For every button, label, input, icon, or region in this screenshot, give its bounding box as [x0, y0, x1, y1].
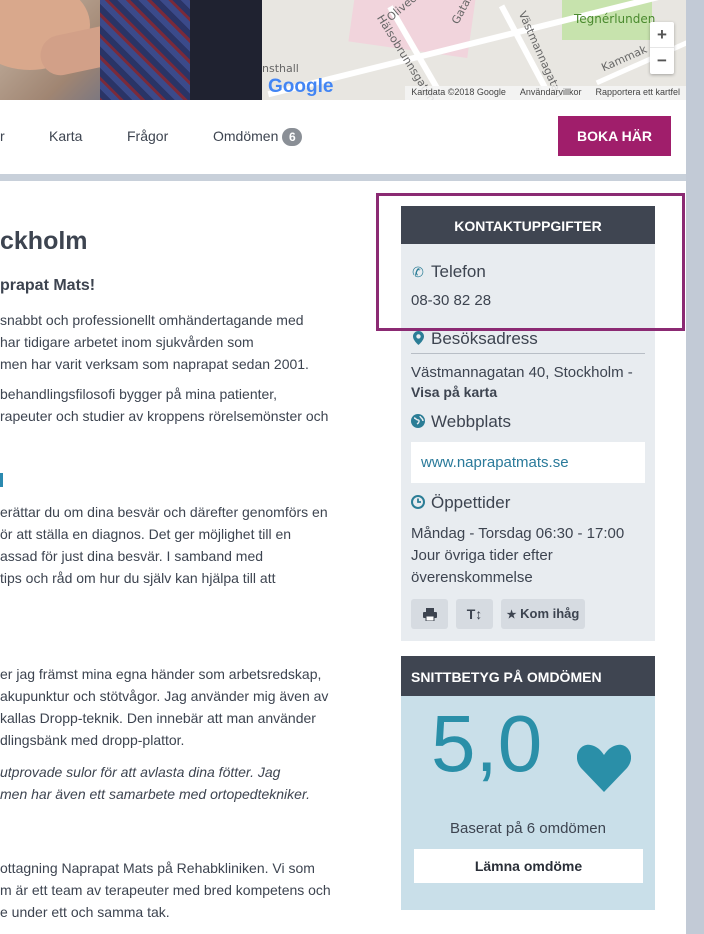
heart-icon: [577, 744, 631, 792]
treatment-paragraph: erättar du om dina besvär och därefter g…: [0, 501, 328, 589]
address-label: Besöksadress: [431, 329, 538, 348]
show-on-map-link[interactable]: Visa på karta: [411, 384, 645, 400]
print-icon: [422, 608, 437, 622]
intro-paragraph: snabbt och professionellt omhändertagand…: [0, 309, 309, 375]
nav-item-partial[interactable]: r: [0, 128, 5, 144]
website-link[interactable]: www.naprapatmats.se: [411, 442, 645, 483]
text-size-icon: T↕: [466, 606, 483, 622]
nav-item-map[interactable]: Karta: [49, 128, 82, 144]
hours-line: Måndag - Torsdag 06:30 - 17:00: [411, 525, 625, 542]
page-title: ckholm: [0, 227, 88, 255]
clock-icon: [411, 494, 425, 512]
address-text: Västmannagatan 40, Stockholm -: [411, 364, 633, 381]
website-label: Webbplats: [431, 412, 512, 431]
globe-icon: [411, 413, 425, 431]
website-section-title: Webbplats: [411, 412, 645, 432]
address-section-title: Besöksadress: [411, 329, 645, 349]
map-label: Tegnérlunden: [574, 12, 656, 26]
review-count-text: Baserat på 6 omdömen: [450, 820, 606, 837]
nav-item-reviews[interactable]: Omdömen 6: [213, 128, 303, 146]
remember-button[interactable]: ★ Kom ihåg: [501, 599, 585, 629]
rating-heading: SNITTBETYG PÅ OMDÖMEN: [401, 656, 655, 696]
text-line: erättar du om dina besvär och därefter g…: [0, 504, 328, 520]
rating-card: SNITTBETYG PÅ OMDÖMEN 5,0 Baserat på 6 o…: [401, 656, 655, 910]
philosophy-paragraph: behandlingsfilosofi bygger på mina patie…: [0, 383, 328, 427]
star-icon: ★: [506, 609, 517, 621]
hours-line: överenskommelse: [411, 569, 533, 586]
main-content: ckholm prapat Mats! snabbt och professio…: [0, 181, 380, 934]
zoom-in-button[interactable]: +: [650, 22, 674, 48]
location-pin-icon: [411, 330, 425, 348]
text-line: har tidigare arbetet inom sjukvården som: [0, 334, 254, 350]
location-map[interactable]: Olivecr Gatan Tegnérlunden Västmannagata…: [262, 0, 686, 100]
reviews-count-badge: 6: [282, 128, 303, 146]
methods-paragraph: er jag främst mina egna händer som arbet…: [0, 663, 328, 751]
text-line: tips och råd om hur du själv kan hjälpa …: [0, 570, 276, 586]
page-subtitle: prapat Mats!: [0, 277, 96, 294]
insoles-paragraph: utprovade sulor för att avlasta dina föt…: [0, 761, 310, 805]
tool-buttons: T↕ ★ Kom ihåg: [401, 589, 655, 641]
page-scrollbar[interactable]: [686, 0, 704, 934]
leave-review-button[interactable]: Lämna omdöme: [414, 849, 643, 883]
text-line: dlingsbänk med dropp-plattor.: [0, 732, 185, 748]
book-button[interactable]: BOKA HÄR: [558, 116, 671, 156]
text-line: behandlingsfilosofi bygger på mina patie…: [0, 386, 278, 402]
zoom-out-button[interactable]: −: [650, 48, 674, 74]
text-line: akupunktur och stötvågor. Jag använder m…: [0, 688, 329, 704]
text-line: men har varit verksam som naprapat sedan…: [0, 356, 309, 372]
hours-section-title: Öppettider: [411, 493, 645, 513]
report-map-error-link[interactable]: Rapportera ett kartfel: [595, 87, 680, 99]
text-line: rapeuter och studier av kroppens rörelse…: [0, 408, 329, 424]
google-logo: Google: [268, 76, 334, 97]
text-line: men har även ett samarbete med ortopedte…: [0, 786, 310, 802]
hours-label: Öppettider: [431, 493, 511, 512]
text-line: assad för just dina besvär. I samband me…: [0, 548, 264, 564]
print-button[interactable]: [411, 599, 448, 629]
text-line: ottagning Naprapat Mats på Rehabkliniken…: [0, 860, 315, 876]
text-line: er jag främst mina egna händer som arbet…: [0, 666, 322, 682]
text-line: utprovade sulor för att avlasta dina föt…: [0, 764, 281, 780]
text-line: kallas Dropp-teknik. Den innebär att man…: [0, 710, 316, 726]
clinic-paragraph: ottagning Naprapat Mats på Rehabkliniken…: [0, 857, 331, 923]
address-divider: [411, 353, 645, 354]
map-label: nsthall: [262, 62, 299, 75]
hero-photo: [0, 0, 262, 100]
profile-nav: r Karta Frågor Omdömen 6 BOKA HÄR: [0, 100, 686, 174]
hours-line: Jour övriga tider efter: [411, 547, 553, 564]
contact-highlight-frame: [376, 193, 685, 331]
map-attribution: Kartdata ©2018 Google Användarvillkor Ra…: [405, 86, 686, 100]
text-line: snabbt och professionellt omhändertagand…: [0, 312, 304, 328]
map-data-text: Kartdata ©2018 Google: [411, 87, 506, 97]
section-heading-accent: [0, 473, 3, 487]
text-line: m är ett team av terapeuter med bred kom…: [0, 882, 331, 898]
nav-item-questions[interactable]: Frågor: [127, 128, 168, 144]
nav-divider: [0, 174, 686, 181]
text-line: ör att ställa en diagnos. Det ger möjlig…: [0, 526, 292, 542]
opening-hours: Måndag - Torsdag 06:30 - 17:00 Jour övri…: [411, 523, 645, 589]
terms-link[interactable]: Användarvillkor: [520, 87, 582, 99]
text-size-button[interactable]: T↕: [456, 599, 493, 629]
average-score: 5,0: [431, 699, 543, 788]
text-line: e under ett och samma tak.: [0, 904, 170, 920]
map-zoom-control: + −: [650, 22, 674, 74]
nav-item-reviews-label: Omdömen: [213, 128, 279, 144]
remember-label: Kom ihåg: [520, 606, 580, 621]
